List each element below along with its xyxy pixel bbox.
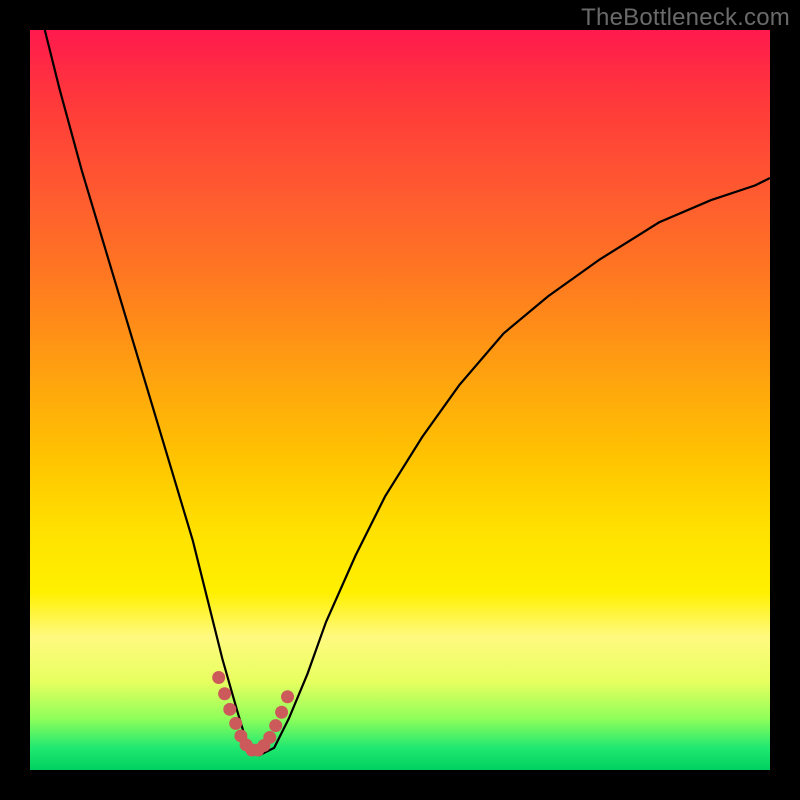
gradient-background: [30, 30, 770, 770]
watermark-text: TheBottleneck.com: [581, 4, 790, 32]
plot-area: [30, 30, 770, 770]
chart-frame: TheBottleneck.com: [0, 0, 800, 800]
